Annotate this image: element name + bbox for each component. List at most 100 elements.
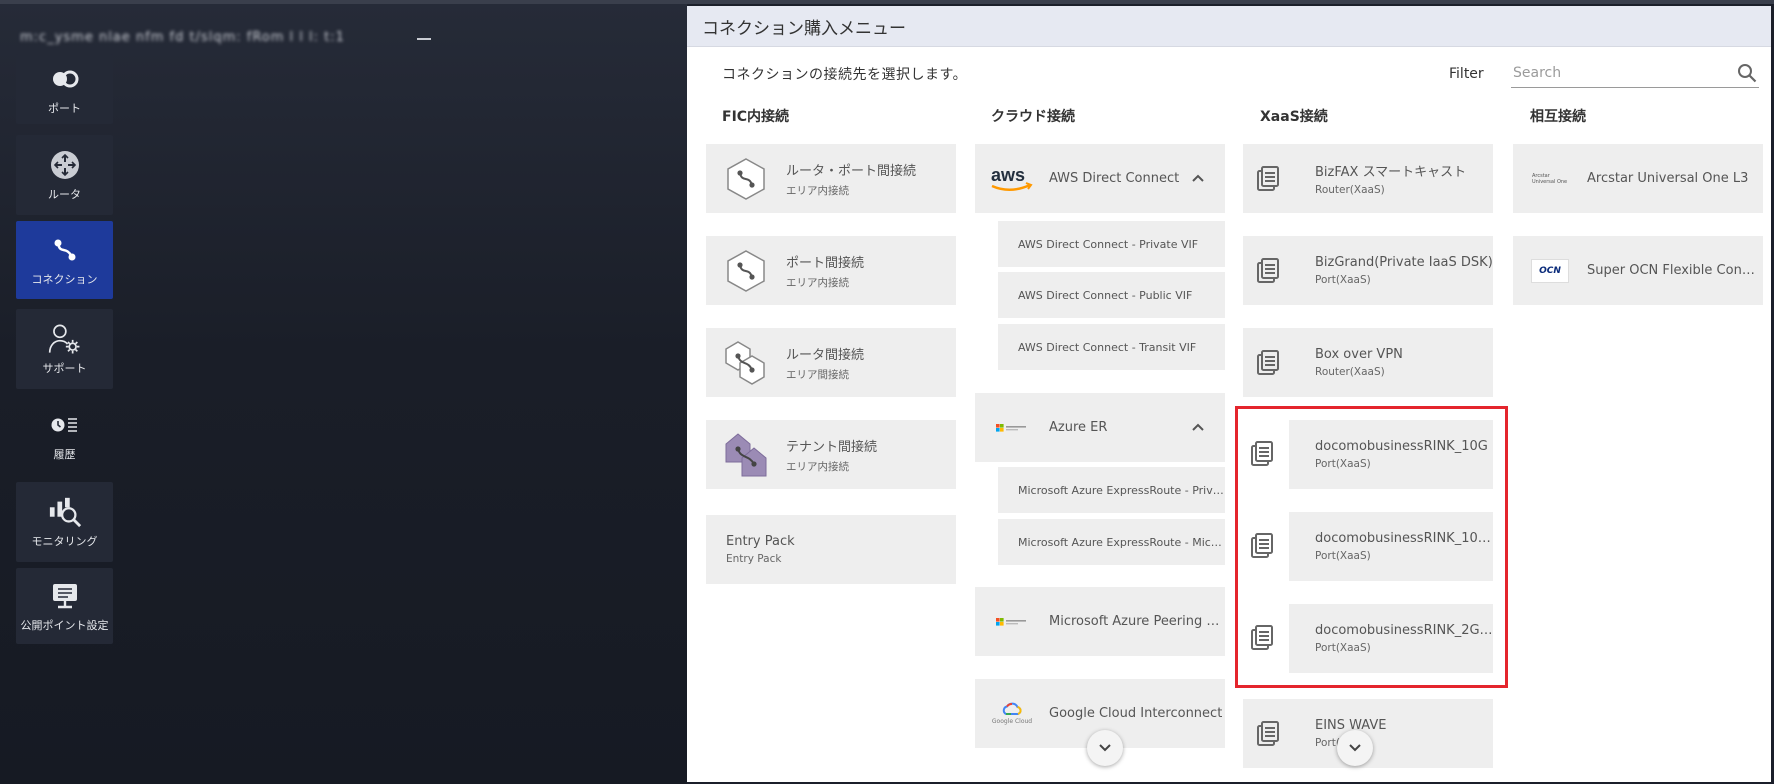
card-title: docomobusinessRINK_10M-… <box>1315 531 1493 546</box>
scroll-down-button-xaas[interactable] <box>1337 730 1373 766</box>
card-sub: Router(XaaS) <box>1315 184 1385 196</box>
card-azure-peering[interactable]: Microsoft Azure Peering … <box>975 587 1225 656</box>
xaas-service-icon <box>1243 349 1293 377</box>
nav-item-public-point[interactable]: 公開ポイント設定 <box>16 568 113 644</box>
aws-private-vif[interactable]: AWS Direct Connect - Private VIF <box>998 221 1225 267</box>
router-port-connection-icon <box>706 156 786 202</box>
azure-expressroute-microsoft[interactable]: Microsoft Azure ExpressRoute - Mic… <box>998 519 1225 565</box>
card-tenant-connection[interactable]: テナント間接続 エリア内接続 <box>706 420 956 489</box>
google-cloud-logo-text: Google Cloud <box>991 718 1033 725</box>
ocn-logo-text: OCN <box>1531 258 1569 283</box>
top-border <box>0 0 1774 4</box>
nav-label: 履歴 <box>53 448 76 461</box>
connection-icon <box>48 233 82 267</box>
card-sub: エリア内接続 <box>786 184 849 197</box>
public-point-icon <box>48 579 82 613</box>
card-sub: エリア内接続 <box>786 460 849 473</box>
xaas-service-icon <box>1251 441 1273 466</box>
nav-item-router[interactable]: ルータ <box>16 135 113 215</box>
card-sub: Port(XaaS) <box>1315 274 1371 286</box>
support-icon <box>48 322 82 356</box>
chevron-up-icon[interactable] <box>1191 422 1205 432</box>
card-title: Entry Pack <box>726 534 795 549</box>
xaas-service-icon <box>1251 625 1273 650</box>
card-router-connection[interactable]: ルータ間接続 エリア間接続 <box>706 328 956 397</box>
tenant-connection-icon <box>706 430 786 480</box>
card-sub: Port(XaaS) <box>1315 458 1371 470</box>
account-name: m:c_ysme nlae nfm fd t/slqm: fRom l l l:… <box>20 30 345 45</box>
card-azure-er[interactable]: Azure ER <box>975 393 1225 462</box>
aws-logo-icon: aws <box>975 163 1049 195</box>
nav-item-port[interactable]: ポート <box>16 54 113 124</box>
card-title: Azure ER <box>1049 420 1108 435</box>
chevron-down-icon <box>1349 744 1361 752</box>
card-entry-pack[interactable]: Entry Pack Entry Pack <box>706 515 956 584</box>
column-title-fic: FIC内接続 <box>722 109 790 125</box>
nav-label: モニタリング <box>31 535 98 548</box>
microsoft-azure-logo-icon <box>975 421 1049 435</box>
column-title-cloud: クラウド接続 <box>991 109 1075 125</box>
xaas-service-icon <box>1243 257 1293 285</box>
nav-label: コネクション <box>31 273 98 286</box>
azure-expressroute-private[interactable]: Microsoft Azure ExpressRoute - Priv… <box>998 467 1225 513</box>
history-icon <box>48 408 82 442</box>
card-arcstar-universal-one[interactable]: Arcstar Universal One Arcstar Universal … <box>1513 144 1763 213</box>
router-connection-icon <box>706 338 786 388</box>
card-port-connection[interactable]: ポート間接続 エリア内接続 <box>706 236 956 305</box>
search-box <box>1511 58 1759 88</box>
nav-label: サポート <box>42 362 87 375</box>
card-title: Arcstar Universal One L3 <box>1587 171 1749 186</box>
google-cloud-logo-icon: Google Cloud <box>975 702 1049 725</box>
card-sub: エリア内接続 <box>786 276 849 289</box>
card-sub: Port(XaaS) <box>1315 550 1371 562</box>
card-title: Google Cloud Interconnect <box>1049 706 1223 721</box>
microsoft-azure-logo-icon <box>975 615 1049 629</box>
chevron-up-icon[interactable] <box>1191 173 1205 183</box>
card-bizfax-smartcast[interactable]: BizFAX スマートキャスト Router(XaaS) <box>1243 144 1493 213</box>
card-title: テナント間接続 <box>786 439 878 455</box>
chevron-down-icon <box>1099 744 1111 752</box>
card-title: AWS Direct Connect <box>1049 171 1180 186</box>
column-title-mutual: 相互接続 <box>1530 109 1586 125</box>
card-super-ocn-flexible-connect[interactable]: OCN Super OCN Flexible Con… <box>1513 236 1763 305</box>
search-input[interactable] <box>1513 62 1728 84</box>
filter-label: Filter <box>1449 66 1484 82</box>
nav-item-history[interactable]: 履歴 <box>16 399 113 471</box>
port-icon <box>48 62 82 96</box>
monitoring-icon <box>48 495 82 529</box>
panel-subtitle: コネクションの接続先を選択します。 <box>722 67 968 83</box>
xaas-service-icon <box>1251 533 1273 558</box>
card-title: BizFAX スマートキャスト <box>1315 165 1467 180</box>
card-title: docomobusinessRINK_10G <box>1315 439 1488 454</box>
panel-title: コネクション購入メニュー <box>687 6 1771 47</box>
column-title-xaas: XaaS接続 <box>1260 109 1328 125</box>
card-title: docomobusinessRINK_2G-5G <box>1315 623 1493 638</box>
nav-item-support[interactable]: サポート <box>16 309 113 389</box>
aws-public-vif[interactable]: AWS Direct Connect - Public VIF <box>998 272 1225 318</box>
nav-label: 公開ポイント設定 <box>20 619 109 632</box>
card-icon-gap <box>1281 420 1289 673</box>
card-sub: Router(XaaS) <box>1315 366 1385 378</box>
nav-item-monitoring[interactable]: モニタリング <box>16 482 113 562</box>
card-sub: エリア間接続 <box>786 368 849 381</box>
search-icon[interactable] <box>1737 63 1757 83</box>
card-title: Microsoft Azure Peering … <box>1049 614 1220 629</box>
arcstar-logo-icon: Arcstar Universal One <box>1513 173 1587 185</box>
card-router-port-connection[interactable]: ルータ・ポート間接続 エリア内接続 <box>706 144 956 213</box>
card-title: BizGrand(Private IaaS DSK) <box>1315 255 1493 270</box>
card-title: ルータ・ポート間接続 <box>786 163 917 179</box>
card-aws-direct-connect[interactable]: aws AWS Direct Connect <box>975 144 1225 213</box>
port-connection-icon <box>706 248 786 294</box>
connection-purchase-panel: コネクション購入メニュー コネクションの接続先を選択します。 Filter FI… <box>687 6 1771 782</box>
card-box-over-vpn[interactable]: Box over VPN Router(XaaS) <box>1243 328 1493 397</box>
svg-text:aws: aws <box>991 165 1025 185</box>
account-dash <box>417 38 431 40</box>
card-title: ルータ間接続 <box>786 347 865 363</box>
scroll-down-button-cloud[interactable] <box>1087 730 1123 766</box>
card-sub: Port(XaaS) <box>1315 642 1371 654</box>
card-bizgrand[interactable]: BizGrand(Private IaaS DSK) Port(XaaS) <box>1243 236 1493 305</box>
nav-item-connection[interactable]: コネクション <box>16 221 113 299</box>
aws-transit-vif[interactable]: AWS Direct Connect - Transit VIF <box>998 324 1225 370</box>
card-title: Super OCN Flexible Con… <box>1587 263 1755 278</box>
ocn-logo-icon: OCN <box>1513 258 1587 283</box>
